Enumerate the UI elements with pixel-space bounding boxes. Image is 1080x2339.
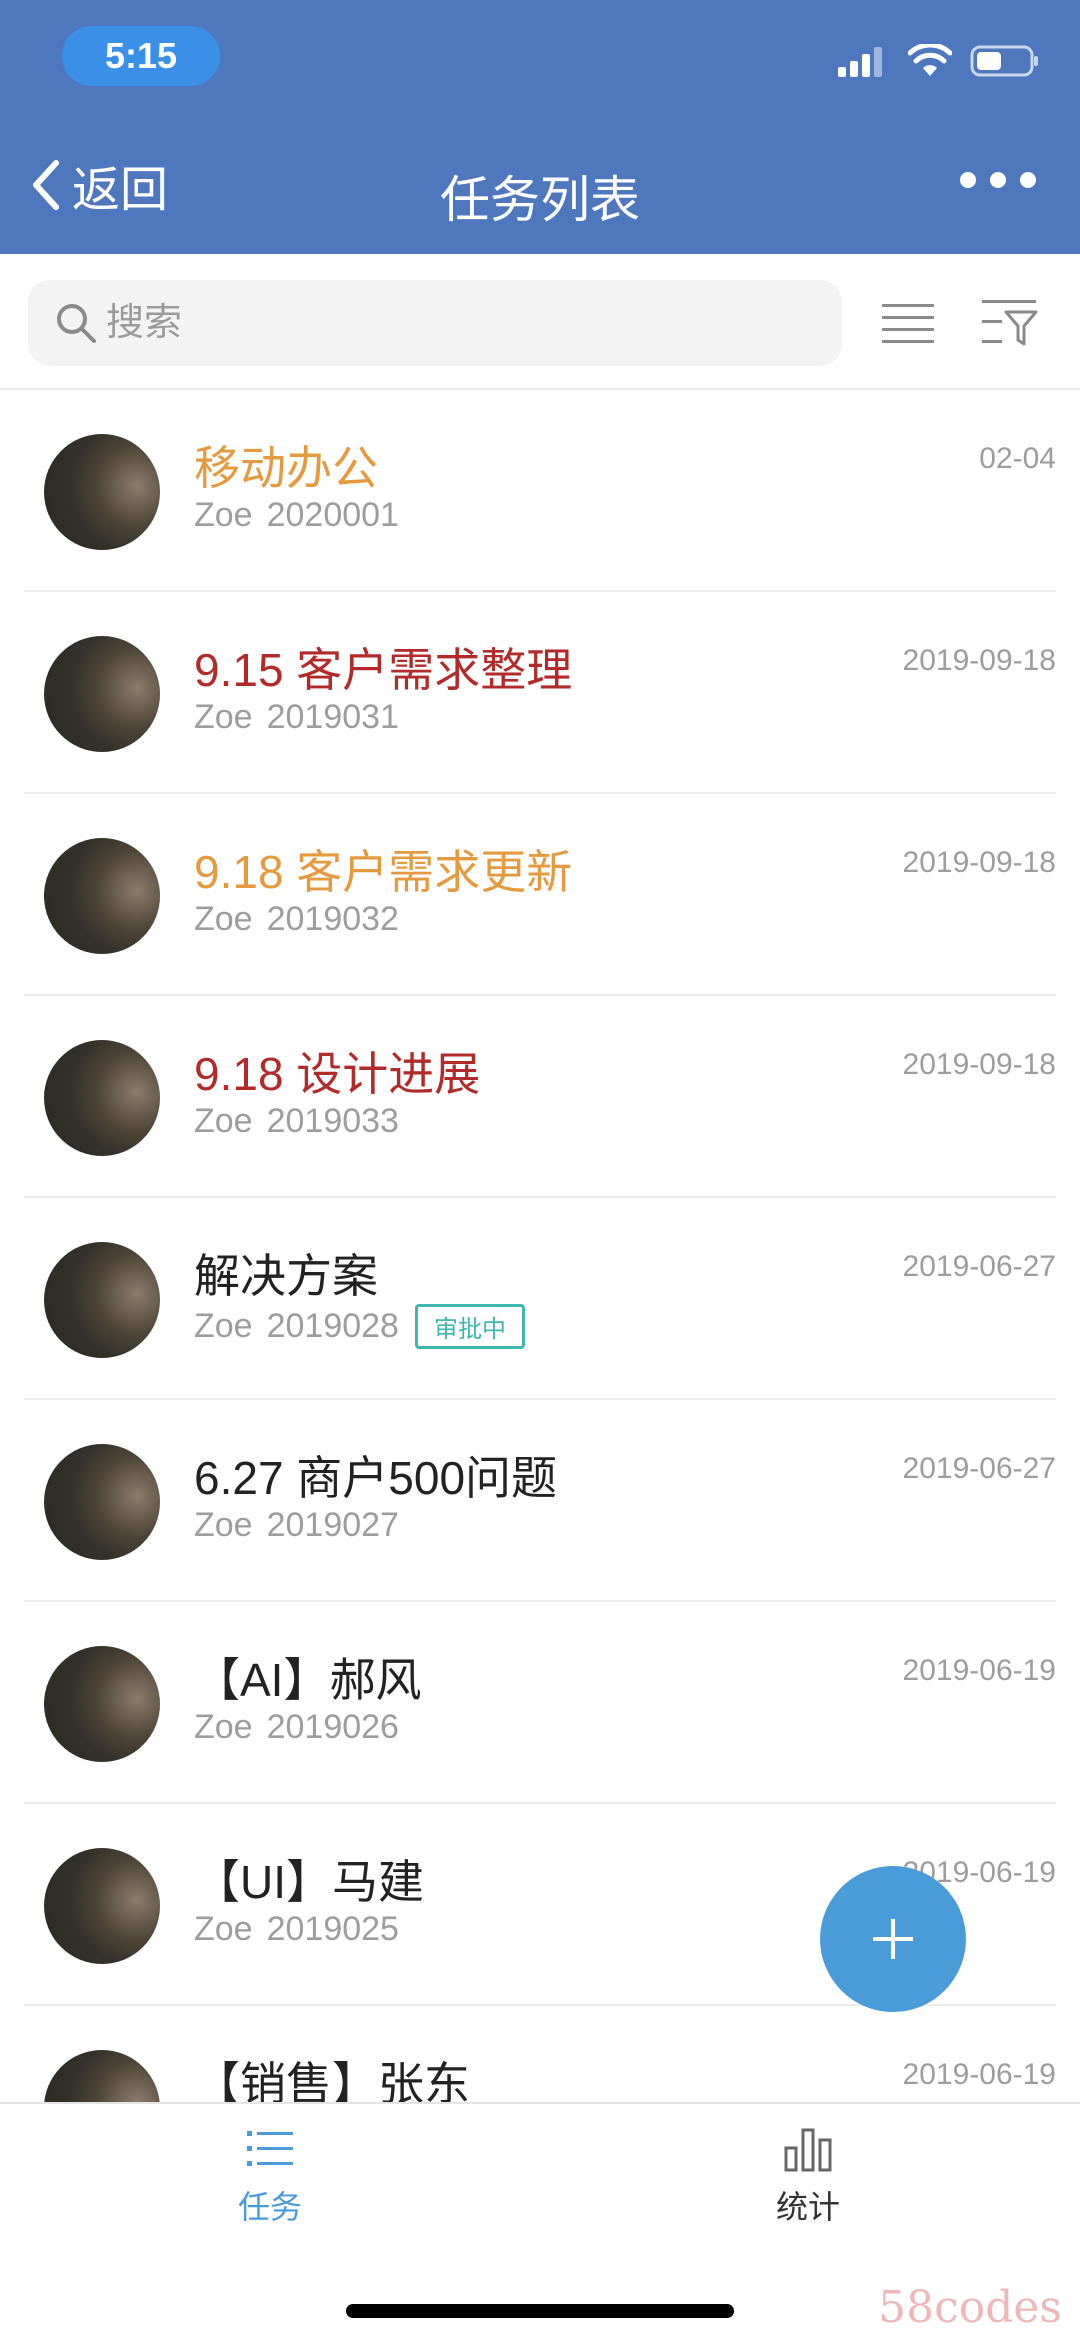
list-item[interactable]: 9.15 客户需求整理 Zoe 2019031 2019-09-18 xyxy=(24,592,1056,794)
task-title: 【销售】张东 xyxy=(194,2058,470,2102)
wifi-icon xyxy=(908,44,952,76)
list-item[interactable]: 9.18 客户需求更新 Zoe 2019032 2019-09-18 xyxy=(24,794,1056,996)
task-code: 2019032 xyxy=(266,900,399,938)
battery-icon xyxy=(970,45,1038,77)
task-user: Zoe xyxy=(194,1910,253,1948)
tab-stats[interactable]: 统计 xyxy=(708,2126,908,2228)
task-user: Zoe xyxy=(194,496,253,534)
cellular-signal-icon xyxy=(838,47,882,77)
task-meta: Zoe 2019033 xyxy=(194,1102,399,1141)
avatar xyxy=(44,838,160,954)
home-indicator xyxy=(346,2304,734,2318)
task-title: 移动办公 xyxy=(194,442,378,494)
task-date: 02-04 xyxy=(979,442,1056,475)
task-user: Zoe xyxy=(194,1102,253,1140)
task-list-icon xyxy=(247,2131,293,2166)
task-code: 2019025 xyxy=(266,1910,399,1948)
search-field[interactable] xyxy=(28,280,842,366)
status-badge: 审批中 xyxy=(414,1304,525,1349)
task-date: 2019-06-19 xyxy=(902,1654,1056,1687)
task-title: 9.18 设计进展 xyxy=(194,1048,481,1100)
avatar xyxy=(44,1242,160,1358)
task-title: 解决方案 xyxy=(194,1250,378,1302)
task-title: 9.15 客户需求整理 xyxy=(194,644,573,696)
more-dot-icon xyxy=(1020,172,1036,188)
task-meta: Zoe 2019032 xyxy=(194,900,399,939)
avatar xyxy=(44,1848,160,1964)
search-input[interactable] xyxy=(106,301,806,345)
task-date: 2019-06-27 xyxy=(902,1452,1056,1485)
task-meta: Zoe 2019025 xyxy=(194,1910,399,1949)
task-title: 9.18 客户需求更新 xyxy=(194,846,573,898)
bar-chart-icon xyxy=(784,2128,832,2172)
task-date: 2019-06-19 xyxy=(902,2058,1056,2091)
task-code: 2019033 xyxy=(266,1102,399,1140)
avatar xyxy=(44,1646,160,1762)
task-meta: Zoe 2019028 审批中 xyxy=(194,1304,525,1349)
status-time: 5:15 xyxy=(62,26,220,86)
task-user: Zoe xyxy=(194,1307,253,1345)
filter-icon[interactable] xyxy=(980,292,1040,352)
task-list: 移动办公 Zoe 2020001 02-04 9.15 客户需求整理 Zoe 2… xyxy=(0,390,1080,2102)
watermark: 58codes xyxy=(878,2282,1062,2333)
task-user: Zoe xyxy=(194,698,253,736)
avatar xyxy=(44,434,160,550)
task-user: Zoe xyxy=(194,1708,253,1746)
search-bar xyxy=(0,254,1080,390)
search-icon xyxy=(57,304,96,343)
list-item[interactable]: 移动办公 Zoe 2020001 02-04 xyxy=(24,390,1056,592)
list-item[interactable]: 9.18 设计进展 Zoe 2019033 2019-09-18 xyxy=(24,996,1056,1198)
list-item[interactable]: 【AI】郝风 Zoe 2019026 2019-06-19 xyxy=(24,1602,1056,1804)
task-meta: Zoe 2020001 xyxy=(194,496,399,535)
task-meta: Zoe 2019027 xyxy=(194,1506,399,1545)
tab-stats-label: 统计 xyxy=(775,2189,840,2225)
list-item[interactable]: 【销售】张东 2019-06-19 xyxy=(24,2006,1056,2102)
avatar xyxy=(44,1444,160,1560)
task-meta: Zoe 2019031 xyxy=(194,698,399,737)
task-code: 2019031 xyxy=(266,698,399,736)
avatar xyxy=(44,636,160,752)
task-date: 2019-09-18 xyxy=(902,1048,1056,1081)
more-dot-icon xyxy=(960,172,976,188)
app-header: 5:15 返回 任务列表 xyxy=(0,0,1080,254)
avatar xyxy=(44,2050,160,2102)
task-date: 2019-06-27 xyxy=(902,1250,1056,1283)
page-title: 任务列表 xyxy=(440,172,640,228)
more-options-button[interactable] xyxy=(960,172,1036,188)
add-task-button[interactable] xyxy=(820,1866,966,2012)
task-user: Zoe xyxy=(194,1506,253,1544)
task-title: 【UI】马建 xyxy=(194,1856,424,1908)
task-date: 2019-09-18 xyxy=(902,644,1056,677)
status-icons xyxy=(838,44,1040,78)
task-code: 2019026 xyxy=(266,1708,399,1746)
tab-tasks[interactable]: 任务 xyxy=(170,2126,370,2228)
task-date: 2019-09-18 xyxy=(902,846,1056,879)
tab-tasks-label: 任务 xyxy=(237,2189,302,2225)
task-meta: Zoe 2019026 xyxy=(194,1708,399,1747)
task-title: 【AI】郝风 xyxy=(194,1654,422,1706)
more-dot-icon xyxy=(990,172,1006,188)
task-title: 6.27 商户500问题 xyxy=(194,1452,558,1504)
task-code: 2019027 xyxy=(266,1506,399,1544)
task-code: 2020001 xyxy=(266,496,399,534)
task-code: 2019028 xyxy=(266,1307,399,1345)
list-item[interactable]: 解决方案 Zoe 2019028 审批中 2019-06-27 xyxy=(24,1198,1056,1400)
plus-icon xyxy=(873,1919,913,1959)
list-item[interactable]: 6.27 商户500问题 Zoe 2019027 2019-06-27 xyxy=(24,1400,1056,1602)
avatar xyxy=(44,1040,160,1156)
task-user: Zoe xyxy=(194,900,253,938)
list-view-icon[interactable] xyxy=(880,294,936,350)
